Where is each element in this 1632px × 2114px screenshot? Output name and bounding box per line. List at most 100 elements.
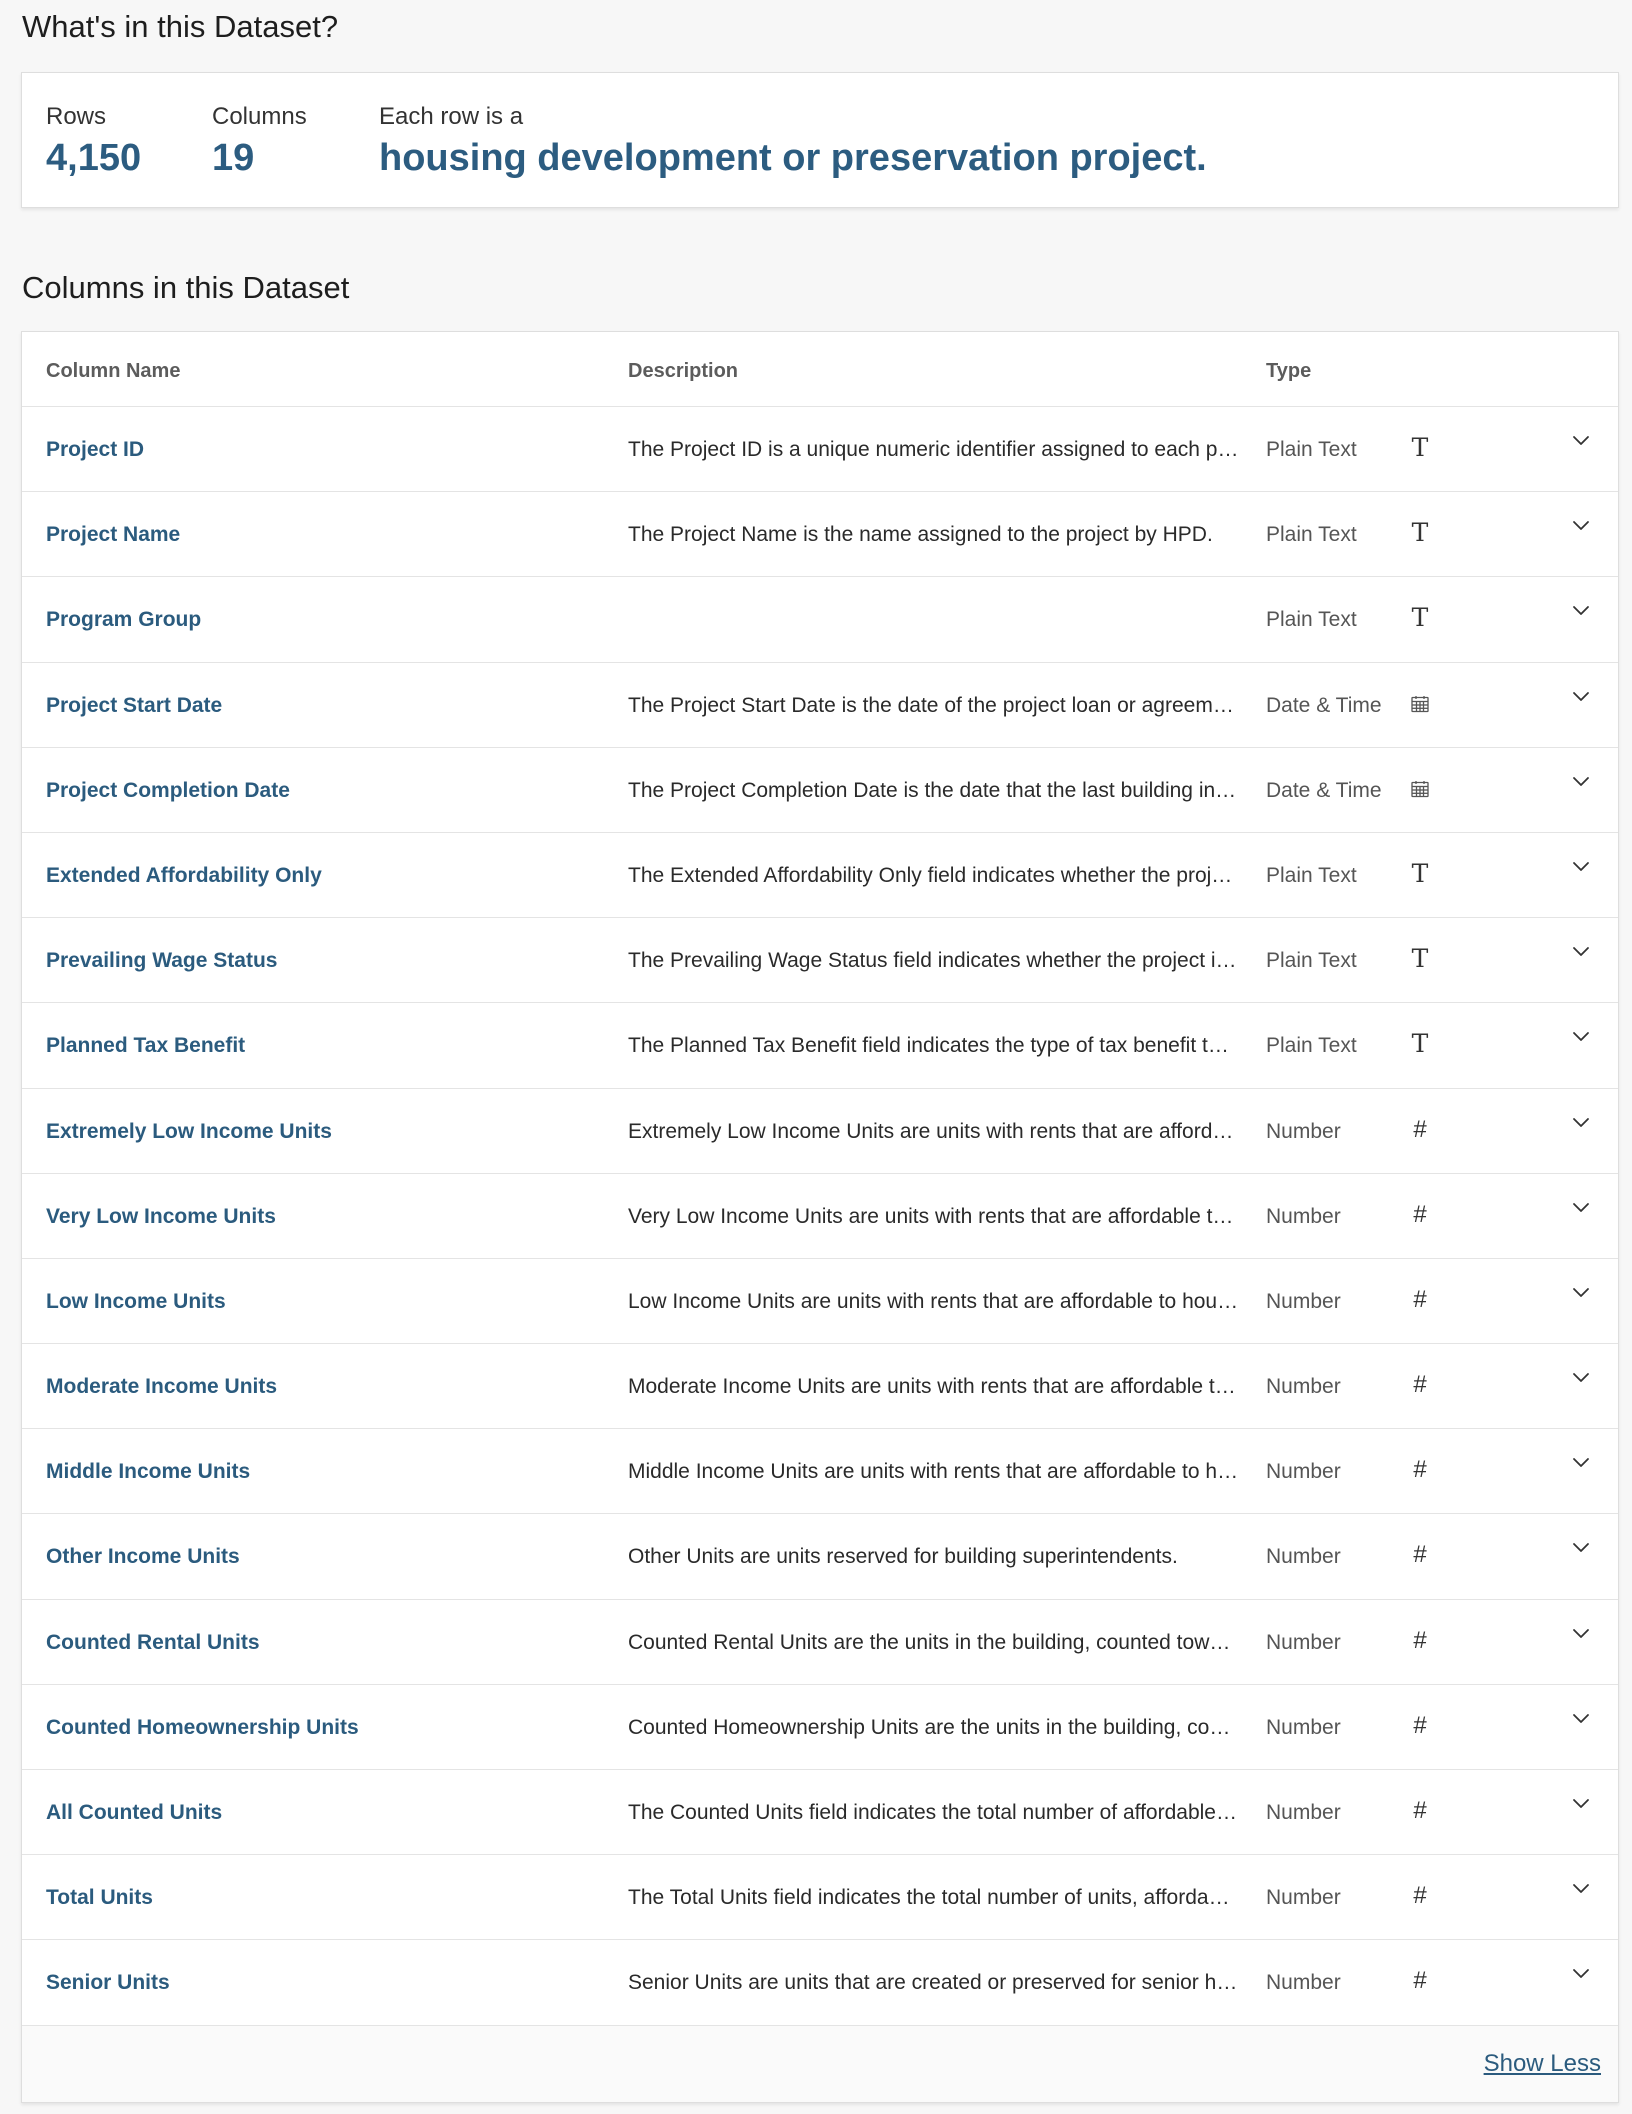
chevron-down-icon[interactable] <box>1570 1622 1596 1648</box>
column-description: The Extended Affordability Only field in… <box>628 863 1240 887</box>
column-type: Plain Text <box>1266 863 1357 887</box>
description-header: Description <box>628 360 739 382</box>
column-description: Senior Units are units that are created … <box>628 1971 1240 1995</box>
rows-value: 4,150 <box>46 136 142 179</box>
rows-stat: Rows 4,150 <box>46 103 141 181</box>
number-type-icon: # <box>1413 1115 1427 1143</box>
column-name-link[interactable]: Senior Units <box>46 1971 170 1995</box>
chevron-down-icon[interactable] <box>1570 1707 1596 1733</box>
column-type: Number <box>1266 1460 1341 1484</box>
column-name-link[interactable]: Program Group <box>46 608 201 632</box>
number-type-icon: # <box>1413 1285 1427 1313</box>
text-type-icon: T <box>1411 518 1429 548</box>
table-body: Project ID The Project ID is a unique num… <box>22 407 1618 2026</box>
chevron-down-icon[interactable] <box>1570 770 1596 796</box>
table-row[interactable]: Counted Rental Units Counted Rental Units… <box>22 1600 1618 1685</box>
column-description: Moderate Income Units are units with ren… <box>628 1375 1240 1399</box>
table-row[interactable]: Middle Income Units Middle Income Units a… <box>22 1429 1618 1515</box>
table-row[interactable]: Other Income Units Other Units are units … <box>22 1514 1618 1600</box>
column-description: The Counted Units field indicates the to… <box>628 1801 1240 1824</box>
chevron-down-icon[interactable] <box>1570 514 1596 540</box>
table-row[interactable]: Low Income Units Low Income Units are uni… <box>22 1259 1618 1345</box>
column-name-link[interactable]: Counted Rental Units <box>46 1631 260 1655</box>
number-type-icon: # <box>1413 1541 1427 1569</box>
chevron-down-icon[interactable] <box>1570 855 1596 881</box>
column-name-link[interactable]: Project Start Date <box>46 694 222 718</box>
column-type: Number <box>1266 1375 1341 1399</box>
column-type: Number <box>1266 1204 1341 1228</box>
table-row[interactable]: Program Group Plain Text T <box>22 577 1618 663</box>
column-description: The Project Name is the name assigned to… <box>628 523 1213 547</box>
column-name-link[interactable]: Prevailing Wage Status <box>46 949 277 973</box>
column-type: Plain Text <box>1266 949 1357 973</box>
text-type-icon: T <box>1411 1029 1429 1059</box>
table-row[interactable]: Total Units The Total Units field indicat… <box>22 1855 1618 1941</box>
table-row[interactable]: Project Name The Project Name is the name… <box>22 492 1618 578</box>
column-type: Number <box>1266 1119 1341 1143</box>
columns-stat: Columns 19 <box>212 103 307 181</box>
table-row[interactable]: Project Completion Date The Project Compl… <box>22 748 1618 833</box>
chevron-down-icon[interactable] <box>1570 1877 1596 1903</box>
chevron-down-icon[interactable] <box>1570 685 1596 711</box>
column-name-link[interactable]: Low Income Units <box>46 1290 226 1314</box>
column-name-link[interactable]: Middle Income Units <box>46 1460 250 1484</box>
chevron-down-icon[interactable] <box>1570 1962 1596 1988</box>
column-name-link[interactable]: All Counted Units <box>46 1801 222 1825</box>
column-name-link[interactable]: Extended Affordability Only <box>46 864 322 888</box>
number-type-icon: # <box>1413 1456 1427 1484</box>
column-name-link[interactable]: Project Name <box>46 523 180 547</box>
chevron-down-icon[interactable] <box>1570 599 1596 625</box>
text-type-icon: T <box>1411 433 1429 462</box>
chevron-down-icon[interactable] <box>1570 1366 1596 1392</box>
calendar-type-icon <box>1406 775 1434 803</box>
column-type: Plain Text <box>1266 523 1357 547</box>
each-row-value: housing development or preservation proj… <box>379 136 1207 179</box>
table-header: Column Name Description Type <box>22 332 1618 407</box>
chevron-down-icon[interactable] <box>1570 1196 1596 1222</box>
table-row[interactable]: Counted Homeownership Units Counted Homeo… <box>22 1685 1618 1770</box>
column-type: Number <box>1266 1801 1341 1824</box>
chevron-down-icon[interactable] <box>1570 940 1596 966</box>
column-description: The Project Start Date is the date of th… <box>628 693 1240 717</box>
column-name-link[interactable]: Extremely Low Income Units <box>46 1120 332 1144</box>
table-row[interactable]: All Counted Units The Counted Units field… <box>22 1770 1618 1856</box>
each-row-stat: Each row is a housing development or pre… <box>379 103 1207 181</box>
chevron-down-icon[interactable] <box>1570 1451 1596 1477</box>
table-row[interactable]: Extremely Low Income Units Extremely Low … <box>22 1089 1618 1174</box>
show-less-link[interactable]: Show Less <box>1484 2050 1601 2078</box>
column-name-link[interactable]: Project Completion Date <box>46 779 290 803</box>
column-name-link[interactable]: Very Low Income Units <box>46 1205 276 1229</box>
table-row[interactable]: Project Start Date The Project Start Date… <box>22 663 1618 748</box>
chevron-down-icon[interactable] <box>1570 1536 1596 1562</box>
column-type: Plain Text <box>1266 608 1357 632</box>
table-row[interactable]: Senior Units Senior Units are units that … <box>22 1940 1618 2026</box>
column-name-link[interactable]: Project ID <box>46 438 144 462</box>
column-type: Number <box>1266 1886 1341 1910</box>
table-row[interactable]: Planned Tax Benefit The Planned Tax Benef… <box>22 1003 1618 1089</box>
number-type-icon: # <box>1413 1797 1427 1824</box>
column-name-link[interactable]: Other Income Units <box>46 1545 240 1569</box>
column-description: The Project ID is a unique numeric ident… <box>628 438 1240 461</box>
chevron-down-icon[interactable] <box>1570 1025 1596 1051</box>
table-row[interactable]: Extended Affordability Only The Extended … <box>22 833 1618 919</box>
chevron-down-icon[interactable] <box>1570 1792 1596 1818</box>
column-description: Very Low Income Units are units with ren… <box>628 1204 1240 1228</box>
column-type: Number <box>1266 1545 1341 1569</box>
chevron-down-icon[interactable] <box>1570 1281 1596 1307</box>
number-type-icon: # <box>1413 1626 1427 1654</box>
text-type-icon: T <box>1411 858 1429 888</box>
chevron-down-icon[interactable] <box>1570 429 1596 455</box>
number-type-icon: # <box>1413 1967 1427 1995</box>
columns-table: Column Name Description Type Project ID T… <box>21 331 1619 2103</box>
table-row[interactable]: Prevailing Wage Status The Prevailing Wag… <box>22 918 1618 1004</box>
table-row[interactable]: Very Low Income Units Very Low Income Uni… <box>22 1174 1618 1259</box>
column-name-link[interactable]: Total Units <box>46 1886 153 1910</box>
chevron-down-icon[interactable] <box>1570 1111 1596 1137</box>
table-row[interactable]: Project ID The Project ID is a unique num… <box>22 407 1618 493</box>
column-name-link[interactable]: Moderate Income Units <box>46 1375 277 1399</box>
column-name-link[interactable]: Counted Homeownership Units <box>46 1716 359 1740</box>
table-row[interactable]: Moderate Income Units Moderate Income Uni… <box>22 1344 1618 1430</box>
number-type-icon: # <box>1413 1711 1427 1739</box>
column-description: The Project Completion Date is the date … <box>628 778 1240 802</box>
column-name-link[interactable]: Planned Tax Benefit <box>46 1034 245 1058</box>
